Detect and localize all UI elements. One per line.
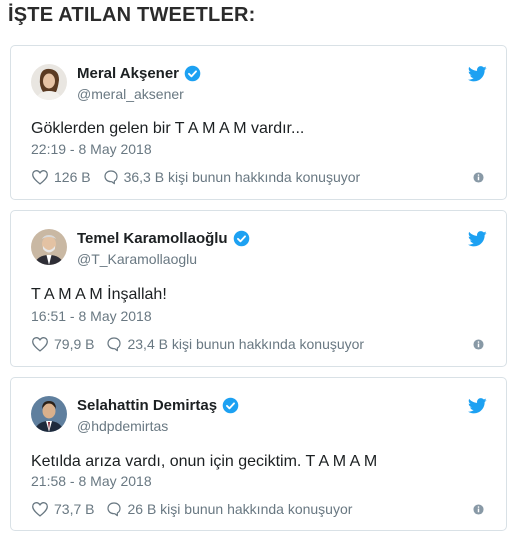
like-count: 126 B [54, 169, 91, 185]
comment-icon [103, 170, 118, 185]
verified-badge-icon [184, 65, 201, 82]
author-handle[interactable]: @hdpdemirtas [77, 418, 168, 434]
twitter-bird-icon[interactable] [468, 398, 487, 414]
avatar[interactable] [31, 396, 67, 432]
tweet-card[interactable]: Temel Karamollaoğlu @T_Karamollaoglu T A… [10, 210, 507, 367]
talking-link[interactable]: 26 B kişi bunun hakkında konuşuyor [106, 501, 352, 517]
info-icon[interactable] [473, 172, 484, 183]
avatar[interactable] [31, 229, 67, 265]
tweet-card[interactable]: Selahattin Demirtaş @hdpdemirtas Ketılda… [10, 377, 507, 531]
verified-badge-icon [233, 230, 249, 247]
heart-icon [32, 170, 48, 185]
author-name-text[interactable]: Temel Karamollaoğlu [77, 230, 228, 247]
talking-link[interactable]: 36,3 B kişi bunun hakkında konuşuyor [103, 169, 361, 185]
tweet-timestamp[interactable]: 21:58 - 8 May 2018 [31, 473, 152, 489]
author-name-text[interactable]: Selahattin Demirtaş [77, 397, 217, 414]
avatar[interactable] [31, 64, 67, 100]
like-count: 79,9 B [54, 336, 95, 352]
info-icon[interactable] [473, 504, 484, 515]
heart-icon [32, 502, 48, 517]
like-button[interactable]: 79,9 B [31, 336, 94, 352]
tweet-text: T A M A M İnşallah! [31, 286, 167, 303]
twitter-bird-icon[interactable] [468, 231, 487, 247]
author-name[interactable]: Temel Karamollaoğlu [77, 230, 250, 247]
heart-icon [32, 337, 48, 352]
like-count: 73,7 B [54, 501, 95, 517]
author-handle[interactable]: @meral_aksener [77, 86, 184, 102]
tweet-card[interactable]: Meral Akşener @meral_aksener Göklerden g… [10, 45, 507, 200]
info-icon[interactable] [473, 339, 484, 350]
tweet-actions: 73,7 B 26 B kişi bunun hakkında konuşuyo… [31, 501, 364, 517]
talking-link[interactable]: 23,4 B kişi bunun hakkında konuşuyor [106, 336, 364, 352]
talking-count-text[interactable]: 26 B kişi bunun hakkında konuşuyor [127, 501, 352, 517]
page-heading: İŞTE ATILAN TWEETLER: [8, 4, 256, 26]
tweet-actions: 126 B 36,3 B kişi bunun hakkında konuşuy… [31, 169, 372, 185]
author-name[interactable]: Selahattin Demirtaş [77, 397, 239, 414]
tweet-text: Ketılda arıza vardı, onun için geciktim.… [31, 453, 378, 470]
like-button[interactable]: 126 B [31, 169, 91, 185]
talking-count-text[interactable]: 36,3 B kişi bunun hakkında konuşuyor [124, 169, 361, 185]
comment-icon [107, 502, 122, 517]
tweet-timestamp[interactable]: 16:51 - 8 May 2018 [31, 308, 152, 324]
comment-icon [107, 337, 122, 352]
author-name[interactable]: Meral Akşener [77, 65, 201, 82]
tweet-text: Göklerden gelen bir T A M A M vardır... [31, 120, 305, 137]
verified-badge-icon [222, 397, 239, 414]
tweet-actions: 79,9 B 23,4 B kişi bunun hakkında konuşu… [31, 336, 376, 352]
author-name-text[interactable]: Meral Akşener [77, 65, 179, 82]
author-handle[interactable]: @T_Karamollaoglu [77, 251, 197, 267]
tweet-timestamp[interactable]: 22:19 - 8 May 2018 [31, 141, 152, 157]
like-button[interactable]: 73,7 B [31, 501, 94, 517]
talking-count-text[interactable]: 23,4 B kişi bunun hakkında konuşuyor [127, 336, 364, 352]
twitter-bird-icon[interactable] [468, 66, 487, 82]
